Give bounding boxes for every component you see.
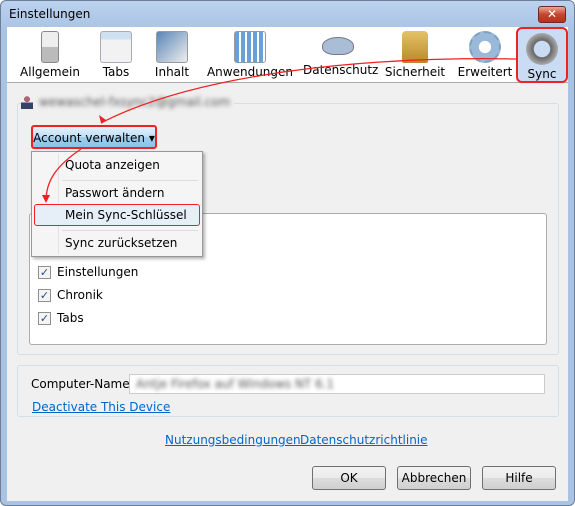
- preferences-window: Einstellungen ✕ Allgemein Tabs Inhalt An…: [0, 0, 575, 506]
- annotation-arrows: [42, 57, 517, 203]
